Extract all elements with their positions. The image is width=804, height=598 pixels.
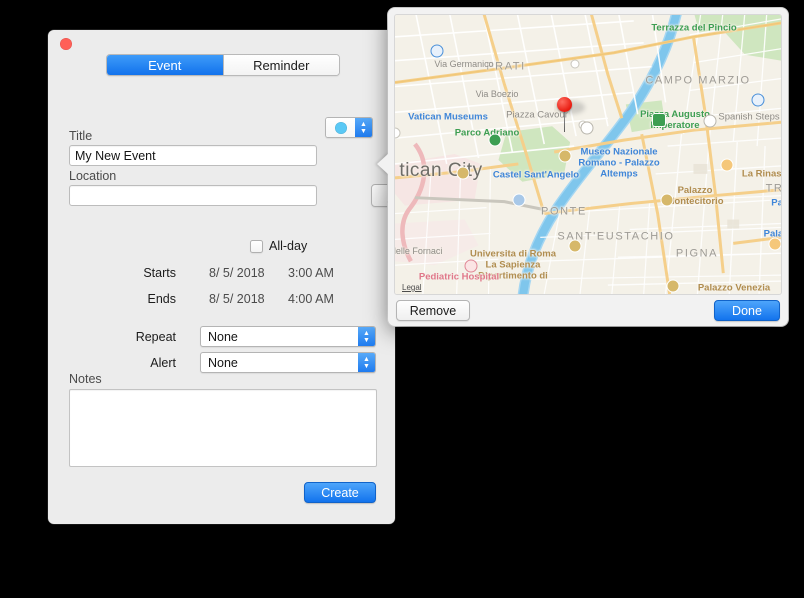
remove-button[interactable]: Remove: [396, 300, 470, 321]
notes-textarea[interactable]: [69, 389, 377, 467]
repeat-value: None: [208, 329, 238, 344]
spanish-steps-circle-icon: [703, 114, 717, 128]
castel-museum-icon[interactable]: [558, 149, 572, 163]
map-location-pin[interactable]: [557, 97, 572, 112]
pin-stick: [563, 110, 566, 132]
hospital-icon[interactable]: [464, 259, 478, 273]
calendar-color-popup[interactable]: ▲ ▼: [325, 117, 373, 138]
bank-icon[interactable]: [512, 193, 526, 207]
museum-landmark-icon[interactable]: [456, 166, 470, 180]
ends-time-field[interactable]: 4:00 AM: [288, 292, 334, 306]
alert-stepper-icon[interactable]: ▲ ▼: [358, 353, 375, 372]
title-label: Title: [69, 129, 93, 143]
repeat-dropdown[interactable]: None ▲ ▼: [200, 326, 376, 347]
poi-landmark-icon[interactable]: [568, 239, 582, 253]
new-event-window: Event Reminder Title My New Event ▲ ▼ Lo…: [48, 30, 419, 524]
map-view[interactable]: Terrazza del Pincio CAMPO MARZIO PRATI Via …: [394, 14, 782, 295]
shop-icon[interactable]: [720, 158, 734, 172]
create-button[interactable]: Create: [304, 482, 376, 503]
alert-dropdown[interactable]: None ▲ ▼: [200, 352, 376, 373]
piazza-augusto-park-icon[interactable]: [652, 113, 666, 127]
palazzo-venezia-icon[interactable]: [666, 279, 680, 293]
tab-event[interactable]: Event: [107, 55, 223, 75]
stepper-up-down-icon[interactable]: ▲ ▼: [355, 118, 372, 137]
notes-label: Notes: [69, 372, 102, 386]
calendar-color-swatch: [326, 118, 355, 137]
allday-label: All-day: [269, 239, 308, 253]
repeat-label: Repeat: [135, 330, 176, 344]
starts-date-field[interactable]: 8/ 5/ 2018: [209, 266, 265, 280]
museum-icon[interactable]: [751, 93, 765, 107]
tab-reminder[interactable]: Reminder: [222, 55, 339, 75]
title-input[interactable]: My New Event: [69, 145, 317, 166]
ends-label: Ends: [147, 292, 177, 306]
done-button[interactable]: Done: [714, 300, 780, 321]
event-reminder-segmented-control[interactable]: Event Reminder: [106, 54, 340, 76]
color-dot-icon: [334, 121, 347, 134]
starts-label: Starts: [143, 266, 176, 280]
close-window-icon[interactable]: [60, 38, 72, 50]
location-input[interactable]: [69, 185, 317, 206]
shop-icon[interactable]: [768, 237, 781, 251]
alert-label: Alert: [150, 356, 176, 370]
poi-museum-icon[interactable]: [430, 44, 444, 58]
poi-circle-icon: [570, 59, 580, 69]
starts-time-field[interactable]: 3:00 AM: [288, 266, 334, 280]
popover-footer: Remove Done: [388, 295, 788, 326]
alert-value: None: [208, 355, 238, 370]
repeat-stepper-icon[interactable]: ▲ ▼: [358, 327, 375, 346]
popover-arrow: [377, 153, 389, 175]
location-label: Location: [69, 169, 117, 183]
map-legal-link[interactable]: Legal: [402, 283, 422, 292]
parco-adriano-park-icon[interactable]: [488, 133, 502, 147]
allday-checkbox[interactable]: [250, 239, 263, 253]
window-titlebar: [48, 30, 395, 54]
palazzo-montecitorio-icon[interactable]: [660, 193, 674, 207]
allday-row[interactable]: All-day: [250, 239, 307, 253]
piazza-cavour-circle-icon: [580, 121, 594, 135]
screen: Event Reminder Title My New Event ▲ ▼ Lo…: [0, 0, 804, 598]
ends-date-field[interactable]: 8/ 5/ 2018: [209, 292, 265, 306]
map-graphics: [395, 15, 781, 294]
location-map-popover: Terrazza del Pincio CAMPO MARZIO PRATI Via …: [377, 8, 788, 326]
